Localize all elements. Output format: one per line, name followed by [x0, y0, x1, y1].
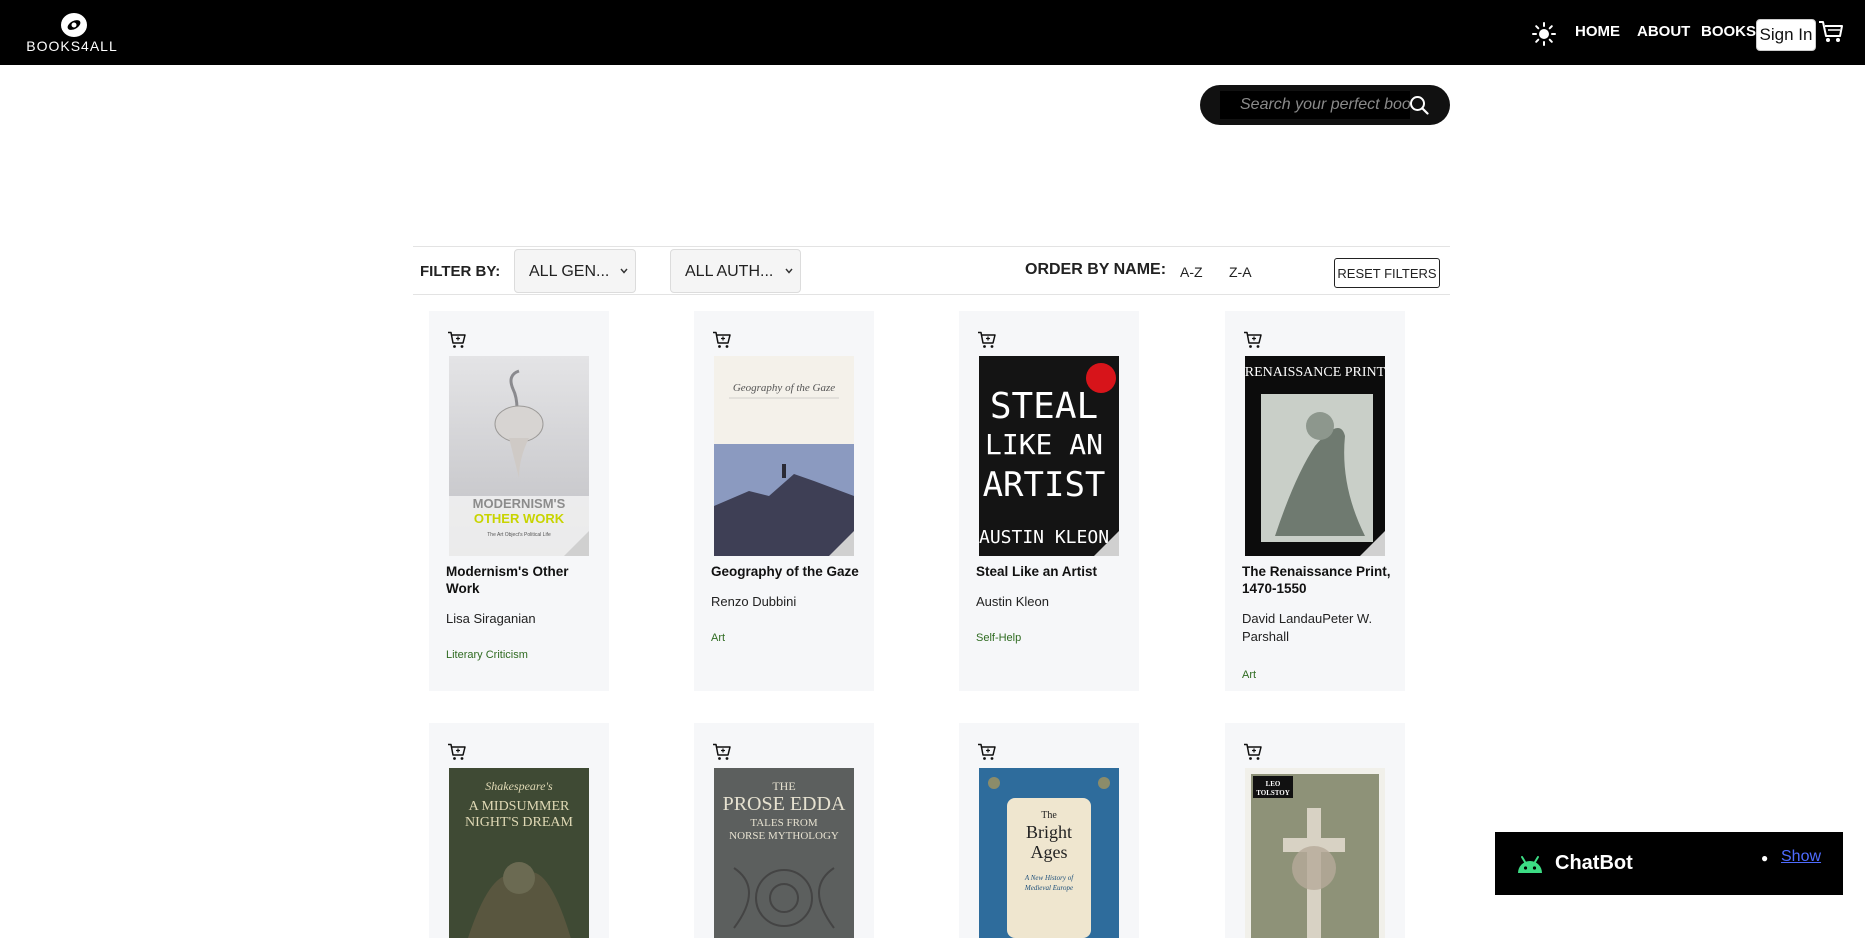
- book-cover-image[interactable]: Shakespeare's A MIDSUMMER NIGHT'S DREAM: [449, 768, 589, 938]
- book-card[interactable]: Geography of the Gaze Geography of the G…: [694, 311, 874, 691]
- svg-text:ARTIST: ARTIST: [983, 465, 1106, 505]
- nav-link-books[interactable]: BOOKS: [1701, 23, 1756, 40]
- svg-text:THE: THE: [772, 779, 795, 793]
- author-select-value: ALL AUTH...: [685, 263, 774, 280]
- nav-link-home[interactable]: HOME: [1575, 23, 1620, 40]
- add-to-cart-icon[interactable]: [447, 331, 466, 349]
- book-cover-image[interactable]: STEAL LIKE AN ARTIST AUSTIN KLEON: [979, 356, 1119, 556]
- svg-text:RENAISSANCE PRINT: RENAISSANCE PRINT: [1245, 365, 1385, 380]
- genre-select-value: ALL GEN...: [529, 263, 610, 280]
- add-to-cart-icon[interactable]: [1243, 743, 1262, 761]
- book-cover-image[interactable]: RENAISSANCE PRINT: [1245, 356, 1385, 556]
- book-author: David LandauPeter W. Parshall: [1242, 611, 1373, 644]
- search-icon[interactable]: [1409, 95, 1429, 115]
- svg-text:NIGHT'S DREAM: NIGHT'S DREAM: [465, 815, 573, 830]
- svg-text:TALES FROM: TALES FROM: [750, 817, 817, 829]
- brand-name: BOOKS4ALL: [26, 38, 118, 54]
- book-card[interactable]: MODERNISM'S OTHER WORK The Art Object's …: [429, 311, 609, 691]
- svg-text:A MIDSUMMER: A MIDSUMMER: [469, 799, 570, 814]
- book-author: Austin Kleon: [976, 594, 1049, 609]
- svg-text:Bright: Bright: [1026, 822, 1072, 842]
- nav-link-about[interactable]: ABOUT: [1637, 23, 1690, 40]
- chatbot-show-link[interactable]: Show: [1781, 848, 1821, 866]
- svg-text:MODERNISM'S: MODERNISM'S: [473, 496, 566, 511]
- book-genre: Art: [1242, 669, 1257, 681]
- cart-icon[interactable]: [1818, 20, 1844, 44]
- order-by-label: ORDER BY NAME:: [1025, 261, 1167, 278]
- svg-text:Shakespeare's: Shakespeare's: [485, 779, 553, 793]
- svg-text:Medieval Europe: Medieval Europe: [1024, 884, 1073, 892]
- book-cover-image[interactable]: THE PROSE EDDA TALES FROM NORSE MYTHOLOG…: [714, 768, 854, 938]
- book-title[interactable]: Geography of the Gaze: [711, 563, 861, 580]
- svg-text:The: The: [1041, 810, 1057, 821]
- book-card[interactable]: LEO TOLSTOY: [1225, 723, 1405, 938]
- book-genre: Literary Criticism: [446, 649, 528, 661]
- book-title[interactable]: Modernism's Other Work: [446, 563, 596, 597]
- chatbot-title: ChatBot: [1555, 852, 1633, 874]
- sort-a-z-button[interactable]: A-Z: [1180, 264, 1203, 280]
- book-genre: Self-Help: [976, 632, 1022, 644]
- add-to-cart-icon[interactable]: [712, 743, 731, 761]
- reset-filters-button[interactable]: RESET FILTERS: [1334, 258, 1440, 288]
- sort-z-a-button[interactable]: Z-A: [1229, 264, 1252, 280]
- filter-bar: FILTER BY: ALL GEN... ALL AUTH... ORDER …: [413, 246, 1450, 295]
- chevron-down-icon: [785, 268, 793, 274]
- svg-text:TOLSTOY: TOLSTOY: [1256, 789, 1290, 797]
- book-cover-image[interactable]: The Bright Ages A New History of Medieva…: [979, 768, 1119, 938]
- bullet-icon: ●: [1761, 851, 1769, 865]
- book-card[interactable]: RENAISSANCE PRINT The Renaissance Print,…: [1225, 311, 1405, 691]
- svg-text:A New History of: A New History of: [1024, 874, 1074, 882]
- book-cover-image[interactable]: LEO TOLSTOY: [1245, 768, 1385, 938]
- book-author: Lisa Siraganian: [446, 611, 536, 626]
- book-card[interactable]: The Bright Ages A New History of Medieva…: [959, 723, 1139, 938]
- svg-text:LIKE AN: LIKE AN: [985, 428, 1103, 461]
- add-to-cart-icon[interactable]: [712, 331, 731, 349]
- book-card[interactable]: Shakespeare's A MIDSUMMER NIGHT'S DREAM: [429, 723, 609, 938]
- add-to-cart-icon[interactable]: [977, 331, 996, 349]
- book-title[interactable]: Steal Like an Artist: [976, 563, 1126, 580]
- author-select[interactable]: ALL AUTH...: [670, 249, 801, 293]
- book-cover-image[interactable]: MODERNISM'S OTHER WORK The Art Object's …: [449, 356, 589, 556]
- svg-text:Ages: Ages: [1031, 842, 1068, 862]
- book-genre: Art: [711, 632, 726, 644]
- search-input[interactable]: [1220, 91, 1410, 119]
- chevron-down-icon: [620, 268, 628, 274]
- svg-text:OTHER WORK: OTHER WORK: [474, 511, 565, 526]
- svg-text:The Art Object's Political Lif: The Art Object's Political Life: [487, 532, 551, 538]
- chatbot-widget[interactable]: ChatBot ● Show: [1495, 832, 1843, 895]
- android-icon: [1518, 856, 1542, 873]
- sign-in-button[interactable]: Sign In: [1756, 19, 1816, 51]
- filter-label: FILTER BY:: [420, 263, 501, 280]
- add-to-cart-icon[interactable]: [447, 743, 466, 761]
- book-author: Renzo Dubbini: [711, 594, 797, 609]
- genre-select[interactable]: ALL GEN...: [514, 249, 636, 293]
- sun-icon[interactable]: [1532, 22, 1556, 46]
- search-bar: [1200, 85, 1450, 125]
- svg-text:LEO: LEO: [1266, 780, 1281, 788]
- add-to-cart-icon[interactable]: [977, 743, 996, 761]
- svg-text:STEAL: STEAL: [990, 386, 1098, 427]
- book-card[interactable]: THE PROSE EDDA TALES FROM NORSE MYTHOLOG…: [694, 723, 874, 938]
- svg-text:Geography of the Gaze: Geography of the Gaze: [733, 382, 835, 394]
- svg-text:PROSE EDDA: PROSE EDDA: [723, 793, 846, 815]
- svg-text:AUSTIN KLEON: AUSTIN KLEON: [979, 527, 1109, 548]
- top-navbar: BOOKS4ALL HOME ABOUT BOOKS Sign In: [0, 0, 1865, 65]
- book-card[interactable]: STEAL LIKE AN ARTIST AUSTIN KLEON Steal …: [959, 311, 1139, 691]
- add-to-cart-icon[interactable]: [1243, 331, 1262, 349]
- eye-logo-icon: [61, 13, 87, 37]
- svg-text:NORSE MYTHOLOGY: NORSE MYTHOLOGY: [729, 830, 839, 842]
- brand-logo[interactable]: BOOKS4ALL: [22, 12, 122, 56]
- book-cover-image[interactable]: Geography of the Gaze: [714, 356, 854, 556]
- book-title[interactable]: The Renaissance Print, 1470-1550: [1242, 563, 1392, 597]
